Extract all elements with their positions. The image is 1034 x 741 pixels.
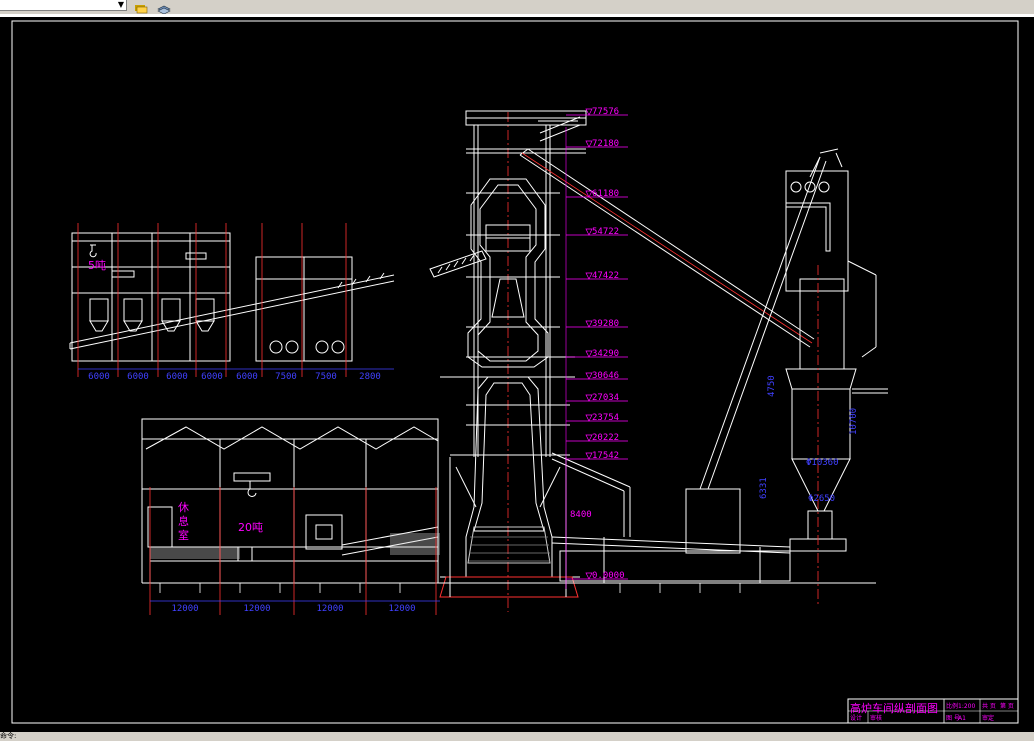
command-prompt: 命令: xyxy=(0,732,17,740)
dimension-label: Φ2650 xyxy=(808,494,835,504)
elevation-label: 47422 xyxy=(592,271,619,281)
dimension-label: 7500 xyxy=(275,372,297,382)
title-block-cell: 比例 xyxy=(946,702,958,710)
dimension-label: 6000 xyxy=(88,372,110,382)
furnace-hearth-hatch xyxy=(467,526,551,564)
elevation-label: 34290 xyxy=(592,349,619,359)
layer-combo[interactable]: ▼ xyxy=(0,0,127,11)
dimension-label: 10700 xyxy=(849,408,859,435)
crane-large-label: 20吨 xyxy=(238,521,263,534)
title-block-cell: 审核 xyxy=(870,714,882,722)
elevation-label: 30646 xyxy=(592,371,619,381)
dimension-label: Φ10360 xyxy=(806,458,839,468)
drawing-viewport[interactable]: 6000 6000 6000 6000 6000 7500 7500 2800 5吨 xyxy=(0,14,1034,740)
cast-house xyxy=(141,418,876,584)
dimension-label: 12000 xyxy=(171,604,198,614)
dimension-label: 6000 xyxy=(201,372,223,382)
title-block: 高炉车间纵剖面图 比例 1:200 共 页第 页图 号A1设计 审核 审定 xyxy=(847,698,1019,724)
elevation-label: 0.0000 xyxy=(592,571,625,581)
stockhouse xyxy=(71,232,353,362)
skip-bridge-centerline xyxy=(521,152,813,344)
elevation-label: 17542 xyxy=(592,451,619,461)
blast-furnace-drawing: 6000 6000 6000 6000 6000 7500 7500 2800 5吨 xyxy=(11,20,1019,724)
title-block-cell: 第 页 xyxy=(1000,702,1014,710)
title-block-cell: 1:200 xyxy=(958,703,975,710)
rest-room-char: 息 xyxy=(178,514,189,528)
title-block-cell: A1 xyxy=(958,715,966,722)
dimension-label: 12000 xyxy=(388,604,415,614)
rest-room-char: 室 xyxy=(178,528,189,542)
rest-room-label: 休息室 xyxy=(178,501,189,542)
elevation-label: 61180 xyxy=(592,189,619,199)
title-block-cell: 共 页 xyxy=(982,702,996,710)
chevron-down-icon[interactable]: ▼ xyxy=(116,0,126,10)
status-bar: 命令: xyxy=(0,732,1034,741)
layer-stack-icon[interactable] xyxy=(133,0,149,14)
elevation-label: 27034 xyxy=(592,393,619,403)
trough-hatch xyxy=(390,533,440,555)
dimension-label: 6000 xyxy=(236,372,258,382)
elevation-label: 20222 xyxy=(592,433,619,443)
dimension-label: 7500 xyxy=(315,372,337,382)
title-block-title: 高炉车间纵剖面图 xyxy=(850,701,938,715)
dimension-label: 6331 xyxy=(759,477,769,499)
dimension-label: 6000 xyxy=(127,372,149,382)
dimension-label: 12000 xyxy=(243,604,270,614)
layers-icon[interactable] xyxy=(156,0,172,15)
elevation-label: 77576 xyxy=(592,107,619,117)
dimension-label: 12000 xyxy=(316,604,343,614)
rest-room-char: 休 xyxy=(178,501,189,514)
crane-small xyxy=(89,244,97,258)
elevation-label: 72180 xyxy=(592,139,619,149)
bottom-dimension-labels: 12000 12000 12000 12000 xyxy=(171,604,415,614)
dimension-label: 4750 xyxy=(767,375,777,397)
sheet-frame xyxy=(11,20,1019,724)
dust-catcher-dimensions: Φ10360 4750 10700 6331 Φ2650 xyxy=(759,375,859,504)
toolbar: ▼ xyxy=(0,0,1034,15)
dust-catcher xyxy=(685,148,888,554)
belt-conveyor xyxy=(69,272,395,350)
elevation-label: 23754 xyxy=(592,413,619,423)
dimension-label: 6000 xyxy=(166,372,188,382)
track-hatch xyxy=(150,547,240,559)
title-block-cell: 设计 xyxy=(850,714,862,722)
elevation-label: 54722 xyxy=(592,227,619,237)
elevation-label: 39280 xyxy=(592,319,619,329)
crane-small-label: 5吨 xyxy=(88,259,106,272)
dimension-label: 2800 xyxy=(359,372,381,382)
title-block-cell: 审定 xyxy=(982,714,994,722)
top-dimension-labels: 6000 6000 6000 6000 6000 7500 7500 2800 xyxy=(88,372,381,382)
tuyere-elev-label: 8400 xyxy=(570,510,592,520)
